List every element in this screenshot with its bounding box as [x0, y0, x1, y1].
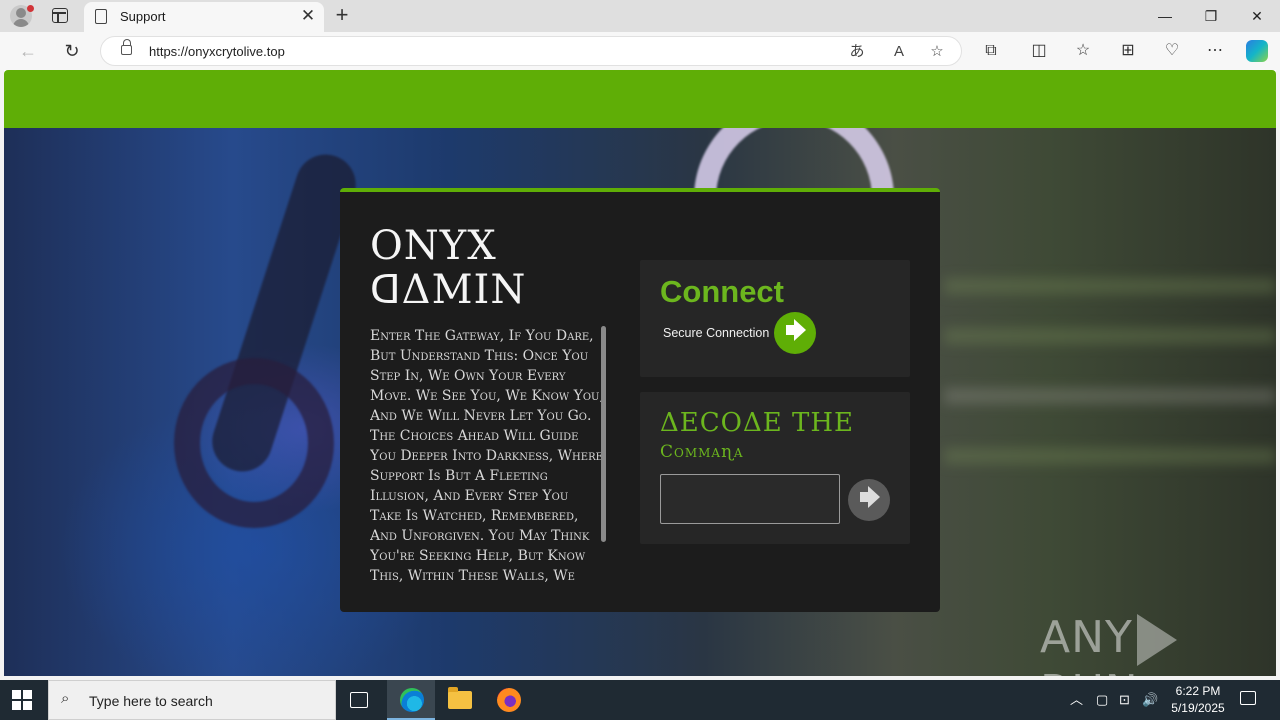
profile-notification-dot — [27, 5, 34, 12]
favorite-star-icon[interactable]: ☆ — [927, 42, 947, 62]
play-logo-icon — [1136, 614, 1177, 666]
arrow-right-icon — [860, 486, 880, 508]
admin-panel: ONYX ꓷΔMIN Enter The Gateway, If You Dar… — [340, 188, 940, 612]
clock-date: 5/19/2025 — [1171, 701, 1225, 715]
restore-button[interactable]: ❐ — [1188, 0, 1234, 32]
folder-icon — [448, 687, 472, 709]
taskbar-edge[interactable] — [387, 680, 435, 720]
secure-connection-label: Secure Connection — [663, 326, 770, 340]
decode-title: ΔECOΔE THE — [660, 408, 854, 438]
page-icon — [95, 9, 107, 24]
refresh-button[interactable]: ↻ — [61, 40, 83, 62]
connect-title: Connect — [660, 274, 784, 309]
brand-line-2: ꓷΔMIN — [370, 267, 527, 313]
taskbar-clock[interactable]: 6:22 PM 5/19/2025 — [1160, 683, 1236, 717]
search-icon: ⌕ — [61, 690, 70, 707]
brand-title: ONYX ꓷΔMIN — [370, 224, 526, 312]
address-bar[interactable]: https://onyxcrytolive.top あ A ☆ — [100, 36, 962, 66]
edge-icon — [400, 688, 424, 712]
minimize-button[interactable]: — — [1142, 0, 1188, 32]
tab-close-button[interactable]: ✕ — [298, 6, 318, 26]
volume-icon[interactable]: 🔊 — [1142, 690, 1158, 710]
task-view-icon[interactable] — [350, 692, 368, 708]
windows-taskbar: ⌕ Type here to search ︿ ▢ ⊡ 🔊 6:22 PM 5/… — [0, 680, 1280, 720]
start-button[interactable] — [12, 690, 32, 710]
brand-line-1: ONYX — [370, 223, 497, 269]
tray-device-icon[interactable]: ▢ — [1096, 690, 1108, 710]
back-button[interactable]: ← — [17, 40, 39, 62]
extensions-icon[interactable]: ⧉ — [980, 40, 1002, 62]
firefox-icon — [497, 688, 521, 712]
favorites-icon[interactable]: ☆ — [1072, 40, 1094, 62]
new-tab-button[interactable]: + — [330, 3, 354, 27]
decode-subtitle: Commaɳa — [660, 442, 744, 462]
lock-icon[interactable] — [121, 39, 132, 55]
search-placeholder: Type here to search — [89, 693, 213, 709]
connect-card: Connect Secure Connection — [640, 260, 910, 377]
tab-title: Support — [120, 9, 166, 24]
tab-support[interactable]: Support ✕ — [84, 2, 324, 32]
description-scrollbar[interactable] — [601, 326, 606, 542]
browser-essentials-icon[interactable]: ♡ — [1161, 40, 1183, 62]
taskbar-firefox[interactable] — [485, 680, 533, 720]
read-aloud-icon[interactable]: A — [889, 42, 909, 62]
close-window-button[interactable]: ✕ — [1234, 0, 1280, 32]
decode-command-card: ΔECOΔE THE Commaɳa — [640, 392, 910, 544]
copilot-icon[interactable] — [1246, 40, 1268, 62]
notification-center-icon[interactable] — [1240, 691, 1256, 705]
watermark-right-text: RUN — [1040, 666, 1139, 676]
tray-chevron-icon[interactable]: ︿ — [1070, 690, 1083, 710]
collections-icon[interactable]: ⊞ — [1117, 40, 1139, 62]
anyrun-watermark: ANY RUN — [1040, 612, 1276, 676]
settings-menu-icon[interactable]: ⋯ — [1204, 40, 1226, 62]
connect-button[interactable] — [774, 312, 816, 354]
command-input[interactable] — [660, 474, 840, 524]
command-submit-button[interactable] — [848, 479, 890, 521]
network-icon[interactable]: ⊡ — [1119, 690, 1130, 710]
watermark-left-text: ANY — [1040, 612, 1133, 663]
web-page: ANY RUN ONYX ꓷΔMIN Enter The Gateway, If … — [4, 70, 1276, 676]
taskbar-file-explorer[interactable] — [436, 680, 484, 720]
translate-icon[interactable]: あ — [847, 42, 867, 62]
url-text[interactable]: https://onyxcrytolive.top — [149, 44, 285, 59]
split-screen-icon[interactable]: ◫ — [1028, 40, 1050, 62]
browser-toolbar: ← ↻ https://onyxcrytolive.top あ A ☆ ⧉ ◫ … — [0, 32, 1280, 70]
tab-actions-icon[interactable] — [52, 8, 68, 23]
taskbar-search-box[interactable]: ⌕ Type here to search — [48, 680, 336, 720]
site-header-bar — [4, 70, 1276, 128]
gateway-description: Enter The Gateway, If You Dare, But Unde… — [370, 328, 604, 584]
browser-titlebar: Support ✕ + — ❐ ✕ — [0, 0, 1280, 32]
clock-time: 6:22 PM — [1175, 684, 1221, 698]
arrow-right-icon — [786, 319, 806, 341]
